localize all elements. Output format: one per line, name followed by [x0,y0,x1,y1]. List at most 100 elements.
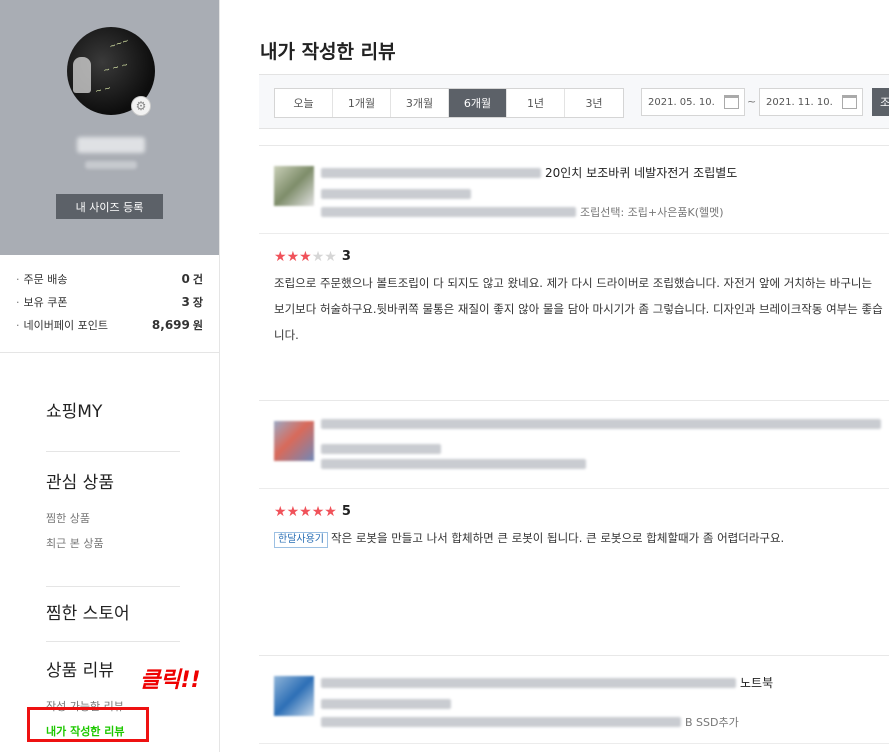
blurred-text [321,189,471,199]
menu-wish-items[interactable]: 찜한 상품 [46,506,180,531]
stat-label: 보유 쿠폰 [16,294,68,310]
rating-score: 5 [341,504,351,519]
size-register-button[interactable]: 내 사이즈 등록 [56,194,163,219]
stat-value: 0 [181,271,190,286]
star-icon: ★ [299,503,312,520]
product-option: 조립선택: 조립+사은품K(헬멧) [321,204,724,220]
review-text-body: 작은 로봇을 만들고 나서 합체하면 큰 로봇이 됩니다. 큰 로봇으로 합체할… [331,531,785,545]
product-name-visible: 20인치 보조바퀴 네발자전거 조립별도 [545,166,738,180]
product-option: B SSD추가 [321,714,739,730]
calendar-icon[interactable] [842,95,857,109]
star-icon: ★ [324,503,337,520]
star-icon: ★ [274,503,287,520]
avatar-figure [73,57,91,93]
date-separator: ~ [747,95,757,108]
period-1m[interactable]: 1개월 [333,89,391,117]
date-from-value: 2021. 05. 10. [648,96,715,108]
star-icon: ★ [299,248,312,265]
product-subline [321,439,445,458]
product-thumbnail[interactable] [274,166,314,206]
menu-group-shopping-my: 쇼핑MY [46,397,180,452]
review-item: ★ ★ ★ ★ ★ 5 한달사용기 작은 로봇을 만들고 나서 합체하면 큰 로봇… [259,400,889,655]
review-text[interactable]: 한달사용기 작은 로봇을 만들고 나서 합체하면 큰 로봇이 됩니다. 큰 로봇으… [274,525,884,551]
sidebar: ~~~ ~ ~ ~ ~ ~ ⚙ 내 사이즈 등록 주문 배송 0건 보유 쿠폰 … [0,0,220,752]
user-id-blurred [85,161,137,169]
star-icon: ★ [286,503,300,520]
star-rating: ★ ★ ★ ★ ★ 3 [274,249,351,264]
menu-recent-items[interactable]: 최근 본 상품 [46,531,180,556]
click-annotation: 클릭!! [140,668,201,693]
star-icon: ★ [324,248,337,265]
period-6m[interactable]: 6개월 [449,89,507,117]
blurred-text [321,167,541,178]
rating-score: 3 [341,249,351,264]
stats-panel: 주문 배송 0건 보유 쿠폰 3장 네이버페이 포인트 8,699원 [0,255,219,353]
product-name[interactable] [321,419,885,429]
blurred-text [321,717,681,727]
blurred-text [321,419,881,429]
stat-unit: 원 [192,318,203,332]
avatar-art: ~ ~ ~ [102,59,129,76]
star-icon: ★ [311,248,325,265]
stat-unit: 건 [192,272,203,286]
gear-icon[interactable]: ⚙ [131,96,151,116]
main-content: 내가 작성한 리뷰 오늘 1개월 3개월 6개월 1년 3년 2021. 05.… [221,0,889,752]
stat-value: 8,699 [151,317,190,332]
date-from-field[interactable]: 2021. 05. 10. [641,88,745,116]
review-text[interactable]: 조립으로 주문했으나 볼트조립이 다 되지도 않고 왔네요. 제가 다시 드라이… [274,270,884,348]
blurred-text [321,699,451,709]
review-product[interactable] [259,401,889,489]
product-subline [321,184,475,203]
stat-coupons[interactable]: 보유 쿠폰 3장 [16,290,204,313]
product-subline [321,694,455,713]
product-name-visible: 노트북 [740,676,774,690]
product-option-visible: B SSD추가 [685,716,739,729]
stat-label: 주문 배송 [16,271,68,287]
blurred-text [321,444,441,454]
review-product[interactable]: 20인치 보조바퀴 네발자전거 조립별도 조립선택: 조립+사은품K(헬멧) [259,146,889,234]
avatar-art: ~ ~ [94,83,112,96]
menu-interest[interactable]: 관심 상품 [46,468,180,498]
product-option-visible: 조립선택: 조립+사은품K(헬멧) [580,206,724,219]
user-name-blurred [77,137,145,153]
calendar-icon[interactable] [724,95,739,109]
period-3y[interactable]: 3년 [565,89,623,117]
stat-orders[interactable]: 주문 배송 0건 [16,267,204,290]
menu-group-favorite-store: 찜한 스토어 [46,587,180,642]
review-item: 20인치 보조바퀴 네발자전거 조립별도 조립선택: 조립+사은품K(헬멧) ★… [259,145,889,400]
period-3m[interactable]: 3개월 [391,89,449,117]
review-tag: 한달사용기 [274,532,328,548]
blurred-text [321,207,576,217]
date-to-field[interactable]: 2021. 11. 10. [759,88,863,116]
period-1y[interactable]: 1년 [507,89,565,117]
blurred-text [321,677,736,688]
menu-shopping-my[interactable]: 쇼핑MY [46,397,180,427]
stat-value: 3 [181,294,190,309]
blurred-text [321,459,586,469]
search-button[interactable]: 조 [872,88,889,116]
menu-favorite-store[interactable]: 찜한 스토어 [46,599,180,629]
product-name[interactable]: 20인치 보조바퀴 네발자전거 조립별도 [321,164,737,181]
review-product[interactable]: 노트북 B SSD추가 [259,656,889,744]
avatar-art: ~~~ [108,35,131,52]
period-tabs: 오늘 1개월 3개월 6개월 1년 3년 [274,88,624,118]
star-icon: ★ [286,248,300,265]
star-icon: ★ [274,248,287,265]
period-filter-bar: 오늘 1개월 3개월 6개월 1년 3년 2021. 05. 10. ~ 202… [259,74,889,129]
stat-points[interactable]: 네이버페이 포인트 8,699원 [16,313,204,336]
product-option [321,459,590,469]
product-thumbnail[interactable] [274,421,314,461]
page-title: 내가 작성한 리뷰 [260,41,396,63]
star-rating: ★ ★ ★ ★ ★ 5 [274,504,351,519]
menu-group-interest: 관심 상품 찜한 상품 최근 본 상품 [46,452,180,587]
period-today[interactable]: 오늘 [275,89,333,117]
stat-unit: 장 [192,295,203,309]
click-highlight-box [27,707,149,742]
profile-panel: ~~~ ~ ~ ~ ~ ~ ⚙ 내 사이즈 등록 [0,0,219,255]
product-name[interactable]: 노트북 [321,674,773,691]
review-item: 노트북 B SSD추가 [259,655,889,752]
product-thumbnail[interactable] [274,676,314,716]
star-icon: ★ [311,503,325,520]
date-to-value: 2021. 11. 10. [766,96,833,108]
stat-label: 네이버페이 포인트 [16,317,108,333]
